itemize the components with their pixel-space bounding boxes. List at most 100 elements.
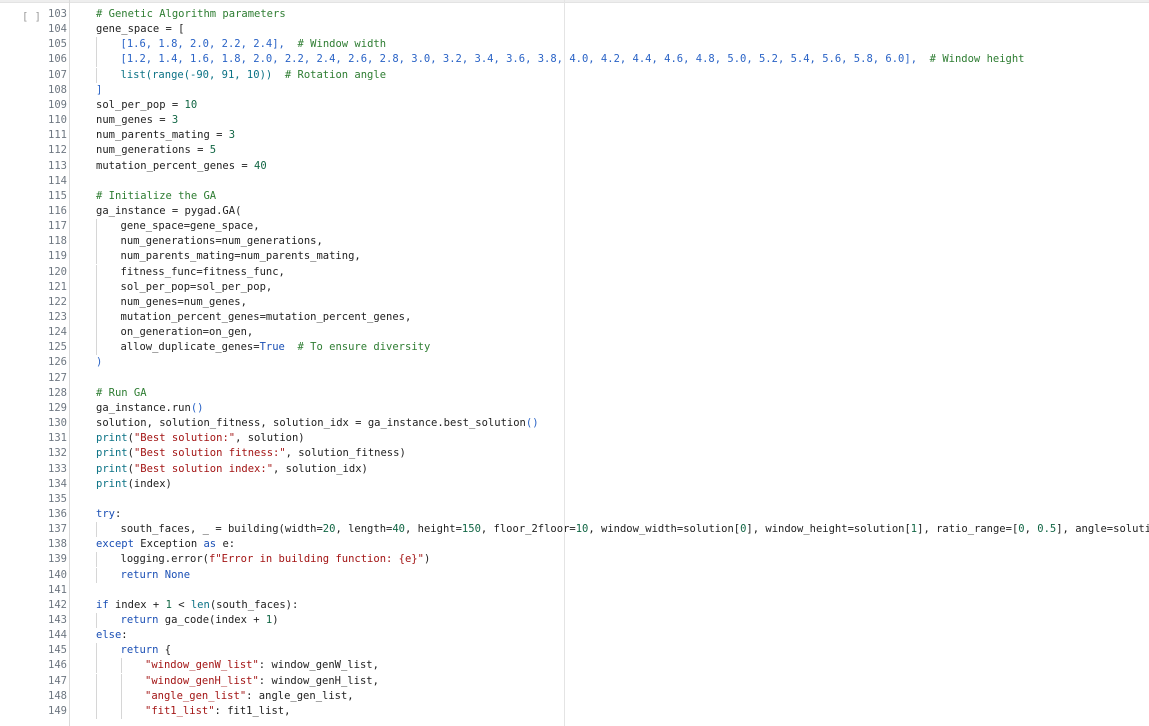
- code-line[interactable]: 142 if index + 1 < len(south_faces):: [0, 598, 1149, 613]
- indent-guide: [96, 673, 97, 689]
- code-line[interactable]: 126): [0, 355, 1149, 370]
- line-number: 104: [48, 23, 67, 36]
- code-text: num_generations = 5: [96, 143, 216, 158]
- code-line[interactable]: 143 return ga_code(index + 1): [0, 613, 1149, 628]
- indent-guide: [96, 234, 97, 250]
- indent-guide: [96, 703, 97, 719]
- indent-guide: [96, 67, 97, 83]
- code-line[interactable]: 104 gene_space = [: [0, 22, 1149, 37]
- code-line[interactable]: 122 num_genes=num_genes,: [0, 294, 1149, 310]
- code-line[interactable]: 149 "fit1_list": fit1_list,: [0, 703, 1149, 719]
- code-line[interactable]: 110 num_genes = 3: [0, 113, 1149, 128]
- code-line[interactable]: 134 print(index): [0, 477, 1149, 492]
- code-line[interactable]: 121 sol_per_pop=sol_per_pop,: [0, 279, 1149, 295]
- code-text: "fit1_list": fit1_list,: [145, 704, 290, 719]
- code-line[interactable]: 147 "window_genH_list": window_genH_list,: [0, 673, 1149, 689]
- line-number: 146: [48, 659, 67, 672]
- code-line[interactable]: 115 # Initialize the GA: [0, 189, 1149, 204]
- indent-guide: [96, 688, 97, 704]
- indent-guide: [120, 673, 122, 689]
- indent-guide: [96, 340, 97, 356]
- indent-guide: [120, 703, 122, 719]
- code-text: num_parents_mating=num_parents_mating,: [121, 249, 361, 264]
- indent-guide: [96, 658, 97, 674]
- line-number: 136: [48, 507, 67, 520]
- code-line[interactable]: 109 sol_per_pop = 10: [0, 98, 1149, 113]
- code-token: Exception: [133, 538, 204, 551]
- code-token: sol_per_pop =: [96, 98, 185, 111]
- code-token: print: [96, 462, 128, 475]
- indent-guide: [96, 567, 97, 583]
- line-number: 127: [48, 371, 67, 384]
- code-text: except Exception as e:: [96, 537, 235, 552]
- code-line[interactable]: 145 return {: [0, 643, 1149, 659]
- code-line[interactable]: 106 [1.2, 1.4, 1.6, 1.8, 2.0, 2.2, 2.4, 2…: [0, 52, 1149, 68]
- code-token: print: [96, 477, 128, 490]
- code-token: 150: [461, 523, 481, 536]
- code-line[interactable]: 103 # Genetic Algorithm parameters: [0, 7, 1149, 22]
- code-token: except: [96, 538, 134, 551]
- code-line[interactable]: 127: [0, 371, 1149, 386]
- code-token: ): [423, 553, 431, 566]
- line-number: 149: [48, 704, 67, 717]
- code-line[interactable]: 146 "window_genW_list": window_genW_list,: [0, 658, 1149, 674]
- line-number: 112: [48, 144, 67, 157]
- code-line[interactable]: 132 print("Best solution fitness:", solut…: [0, 446, 1149, 461]
- code-line[interactable]: 130 solution, solution_fitness, solution_…: [0, 416, 1149, 431]
- code-line[interactable]: 148 "angle_gen_list": angle_gen_list,: [0, 688, 1149, 704]
- indent-guide: [96, 52, 97, 68]
- code-line[interactable]: 144 else:: [0, 628, 1149, 643]
- code-line[interactable]: 129 ga_instance.run(): [0, 401, 1149, 416]
- code-token: mutation_percent_genes=mutation_percent_…: [120, 311, 412, 323]
- code-line[interactable]: 119 num_parents_mating=num_parents_mating…: [0, 249, 1149, 265]
- code-line[interactable]: 113 mutation_percent_genes = 40: [0, 159, 1149, 174]
- code-line[interactable]: 108]: [0, 83, 1149, 98]
- code-line[interactable]: 141: [0, 583, 1149, 598]
- code-text: fitness_func=fitness_func,: [121, 265, 285, 280]
- code-line[interactable]: 125 allow_duplicate_genes=True # To ensur…: [0, 340, 1149, 356]
- code-text: "window_genW_list": window_genW_list,: [145, 658, 379, 673]
- code-line[interactable]: 118 num_generations=num_generations,: [0, 234, 1149, 250]
- code-token: return: [120, 568, 159, 581]
- code-line[interactable]: 124 on_generation=on_gen,: [0, 325, 1149, 341]
- code-token: if: [96, 598, 109, 611]
- code-token: on_generation=on_gen,: [120, 326, 254, 339]
- code-line[interactable]: 136 try:: [0, 507, 1149, 522]
- code-token: e:: [216, 538, 236, 551]
- code-token: :: [121, 629, 128, 642]
- code-line[interactable]: 105 [1.6, 1.8, 2.0, 2.2, 2.4], # Window w…: [0, 37, 1149, 53]
- code-token: # To ensure diversity: [297, 341, 431, 354]
- code-line[interactable]: 116 ga_instance = pygad.GA(: [0, 204, 1149, 219]
- code-text: print("Best solution fitness:", solution…: [96, 446, 406, 461]
- code-token: as: [203, 538, 217, 551]
- line-number: 145: [48, 644, 67, 657]
- code-token: # Genetic Algorithm parameters: [96, 8, 286, 20]
- code-token: list(range(-90, 91, 10)): [120, 68, 273, 81]
- code-cell[interactable]: [ ] 103 # Genetic Algorithm parameters 104…: [0, 0, 1149, 726]
- code-line[interactable]: 111 num_parents_mating = 3: [0, 128, 1149, 143]
- code-line[interactable]: 123 mutation_percent_genes=mutation_perce…: [0, 310, 1149, 325]
- code-line[interactable]: 139 logging.error(f"Error in building fun…: [0, 552, 1149, 568]
- line-number: 137: [48, 523, 67, 536]
- code-line[interactable]: 138 except Exception as e:: [0, 537, 1149, 552]
- code-line[interactable]: 120 fitness_func=fitness_func,: [0, 264, 1149, 280]
- indent-guide: [120, 688, 122, 704]
- code-line[interactable]: 137 south_faces, _ = building(width=20, l…: [0, 522, 1149, 538]
- code-line[interactable]: 133 print("Best solution index:", solutio…: [0, 462, 1149, 477]
- code-line[interactable]: 140 return None: [0, 567, 1149, 583]
- code-line[interactable]: 114: [0, 174, 1149, 189]
- line-number: 103: [48, 8, 67, 20]
- indent-guide: [120, 658, 122, 674]
- code-line[interactable]: 117 gene_space=gene_space,: [0, 219, 1149, 235]
- code-line[interactable]: 128 # Run GA: [0, 386, 1149, 401]
- code-token: : window_genW_list,: [258, 659, 379, 672]
- indent-guide: [96, 294, 97, 310]
- code-line[interactable]: 112 num_generations = 5: [0, 143, 1149, 158]
- code-token: 5: [209, 144, 217, 157]
- code-token: ga_instance.run: [96, 401, 191, 414]
- code-line[interactable]: 107 list(range(-90, 91, 10)) # Rotation a…: [0, 67, 1149, 83]
- code-line[interactable]: 131 print("Best solution:", solution): [0, 431, 1149, 446]
- code-text: sol_per_pop=sol_per_pop,: [121, 280, 273, 295]
- code-line[interactable]: 135: [0, 492, 1149, 507]
